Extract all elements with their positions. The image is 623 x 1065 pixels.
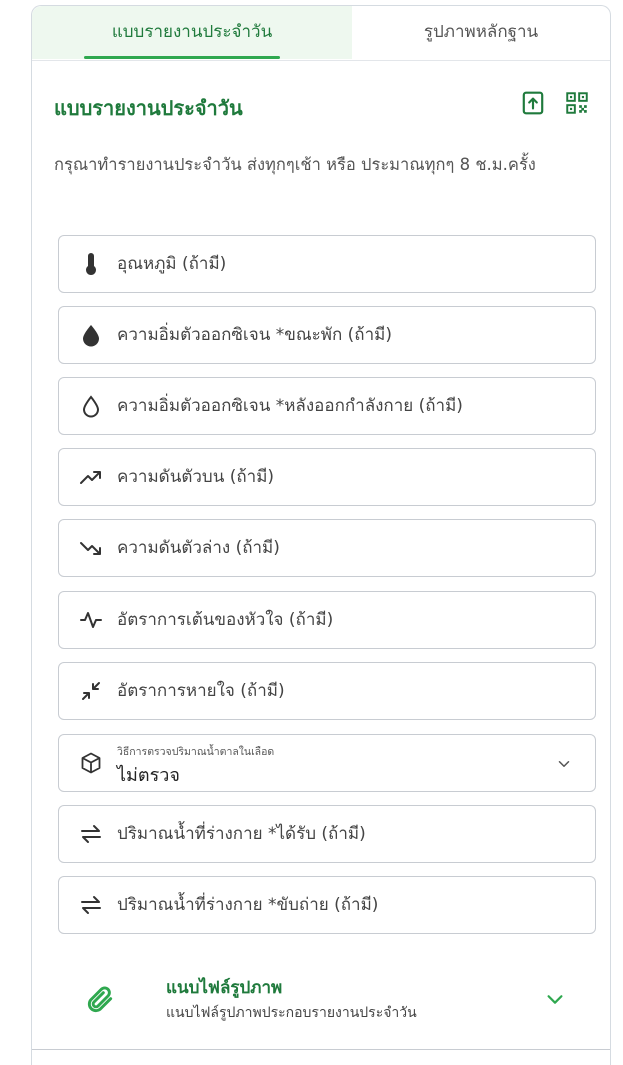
attach-image-section[interactable]: แนบไฟล์รูปภาพ แนบไฟล์รูปภาพประกอบรายงานป…	[58, 966, 596, 1036]
fluid-intake-label: ปริมาณน้ำที่ร่างกาย *ได้รับ (ถ้ามี)	[117, 824, 366, 844]
swap-arrows-icon	[81, 896, 101, 914]
oxygen-resting-label: ความอิ่มตัวออกซิเจน *ขณะพัก (ถ้ามี)	[117, 325, 392, 345]
trend-up-icon	[80, 471, 101, 484]
swap-arrows-icon	[81, 825, 101, 843]
trend-down-icon	[80, 542, 101, 555]
fluid-output-field[interactable]: ปริมาณน้ำที่ร่างกาย *ขับถ่าย (ถ้ามี)	[58, 876, 596, 934]
respiratory-rate-label: อัตราการหายใจ (ถ้ามี)	[117, 681, 285, 701]
systolic-pressure-field[interactable]: ความดันตัวบน (ถ้ามี)	[58, 448, 596, 506]
paperclip-icon	[87, 986, 113, 1013]
temperature-field[interactable]: อุณหภูมิ (ถ้ามี)	[58, 235, 596, 293]
compress-arrows-icon	[82, 682, 100, 700]
attach-image-title: แนบไฟล์รูปภาพ	[166, 978, 283, 998]
temperature-label: อุณหภูมิ (ถ้ามี)	[117, 254, 227, 274]
tab-divider	[32, 60, 610, 61]
upload-file-icon[interactable]	[520, 90, 546, 116]
pulse-icon	[80, 612, 102, 628]
thermometer-icon	[86, 253, 96, 275]
active-tab-indicator	[84, 56, 280, 59]
glucose-method-label: วิธีการตรวจปริมาณน้ำตาลในเลือด	[117, 746, 275, 758]
diastolic-pressure-field[interactable]: ความดันตัวล่าง (ถ้ามี)	[58, 519, 596, 577]
form-description: กรุณาทำรายงานประจำวัน ส่งทุกๆเช้า หรือ ป…	[54, 155, 536, 174]
glucose-method-value: ไม่ตรวจ	[117, 765, 180, 786]
oxygen-resting-field[interactable]: ความอิ่มตัวออกซิเจน *ขณะพัก (ถ้ามี)	[58, 306, 596, 364]
tab-daily-report-label: แบบรายงานประจำวัน	[111, 22, 273, 42]
chevron-down-icon	[558, 761, 570, 767]
cube-icon	[81, 752, 101, 774]
heart-rate-field[interactable]: อัตราการเต้นของหัวใจ (ถ้ามี)	[58, 591, 596, 649]
form-title: แบบรายงานประจำวัน	[54, 96, 243, 120]
systolic-pressure-label: ความดันตัวบน (ถ้ามี)	[117, 467, 275, 487]
drop-filled-icon	[83, 325, 99, 347]
daily-report-card: แบบรายงานประจำวัน รูปภาพหลักฐาน แบบรายงา…	[31, 5, 611, 1065]
attach-image-subtitle: แนบไฟล์รูปภาพประกอบรายงานประจำวัน	[166, 1005, 417, 1021]
fluid-intake-field[interactable]: ปริมาณน้ำที่ร่างกาย *ได้รับ (ถ้ามี)	[58, 805, 596, 863]
respiratory-rate-field[interactable]: อัตราการหายใจ (ถ้ามี)	[58, 662, 596, 720]
tab-daily-report[interactable]: แบบรายงานประจำวัน	[32, 6, 352, 59]
qr-code-icon[interactable]	[564, 90, 590, 116]
tab-bar: แบบรายงานประจำวัน รูปภาพหลักฐาน	[32, 6, 610, 61]
glucose-method-select[interactable]: วิธีการตรวจปริมาณน้ำตาลในเลือด ไม่ตรวจ	[58, 734, 596, 792]
heart-rate-label: อัตราการเต้นของหัวใจ (ถ้ามี)	[117, 610, 334, 630]
tab-evidence-photos-label: รูปภาพหลักฐาน	[423, 22, 539, 42]
oxygen-exercise-field[interactable]: ความอิ่มตัวออกซิเจน *หลังออกกำลังกาย (ถ้…	[58, 377, 596, 435]
tab-evidence-photos[interactable]: รูปภาพหลักฐาน	[352, 6, 610, 59]
drop-outline-icon	[82, 395, 100, 418]
chevron-down-icon	[547, 995, 563, 1004]
fluid-output-label: ปริมาณน้ำที่ร่างกาย *ขับถ่าย (ถ้ามี)	[117, 895, 379, 915]
oxygen-exercise-label: ความอิ่มตัวออกซิเจน *หลังออกกำลังกาย (ถ้…	[117, 396, 463, 416]
diastolic-pressure-label: ความดันตัวล่าง (ถ้ามี)	[117, 538, 280, 558]
